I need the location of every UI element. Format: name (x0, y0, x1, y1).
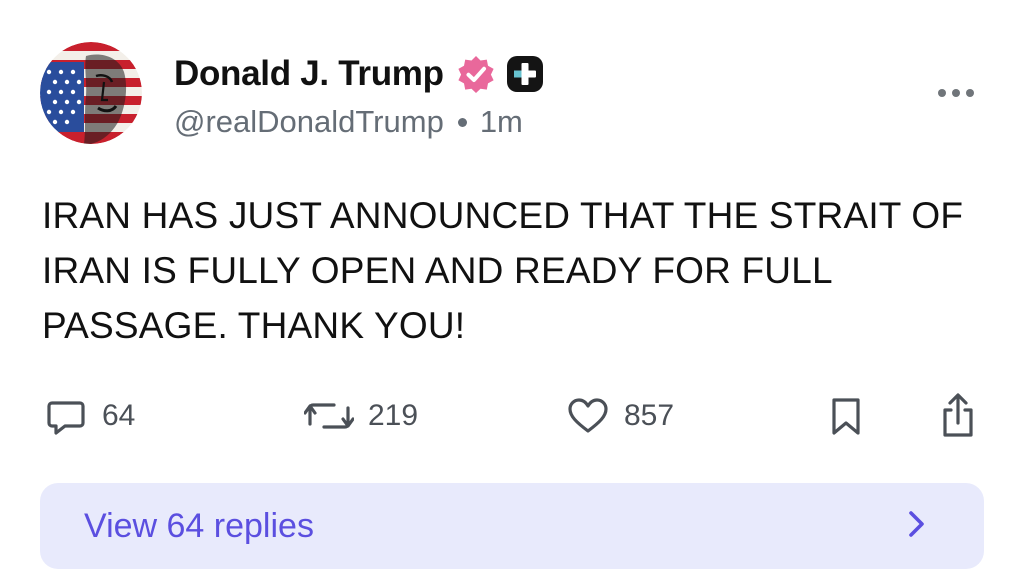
verified-badge-icon (456, 54, 496, 94)
author-header: Donald J. Trump (174, 52, 544, 96)
like-count: 857 (624, 399, 675, 432)
chevron-right-icon (904, 508, 928, 545)
repost-count: 219 (368, 399, 419, 432)
flag-portrait-avatar (40, 42, 142, 144)
display-name[interactable]: Donald J. Trump (174, 54, 444, 94)
repost-button[interactable]: 219 (304, 388, 418, 444)
separator-dot (457, 117, 467, 127)
timestamp[interactable]: 1m (480, 104, 523, 140)
plus-badge-icon (506, 55, 544, 93)
reply-button[interactable]: 64 (44, 388, 135, 444)
share-button[interactable] (936, 388, 980, 444)
heart-icon (566, 394, 610, 438)
repost-icon (304, 394, 354, 438)
handle[interactable]: @realDonaldTrump (174, 104, 444, 140)
share-icon (936, 392, 980, 440)
like-button[interactable]: 857 (566, 388, 674, 444)
view-replies-button[interactable]: View 64 replies (40, 483, 984, 569)
view-replies-label: View 64 replies (84, 506, 314, 545)
comment-icon (44, 394, 88, 438)
bookmark-button[interactable] (826, 388, 866, 444)
more-dot (966, 89, 974, 97)
more-dot (938, 89, 946, 97)
post-text: IRAN HAS JUST ANNOUNCED THAT THE STRAIT … (42, 195, 964, 346)
action-bar: 64 219 857 (0, 388, 1024, 444)
more-dot (952, 89, 960, 97)
post-card: Donald J. Trump @realDonaldTrump 1m IRAN… (0, 0, 1024, 579)
avatar[interactable] (40, 42, 142, 144)
bookmark-icon (826, 394, 866, 438)
author-meta: @realDonaldTrump 1m (174, 104, 523, 140)
reply-count: 64 (102, 399, 136, 432)
more-dots-icon[interactable] (930, 78, 982, 108)
